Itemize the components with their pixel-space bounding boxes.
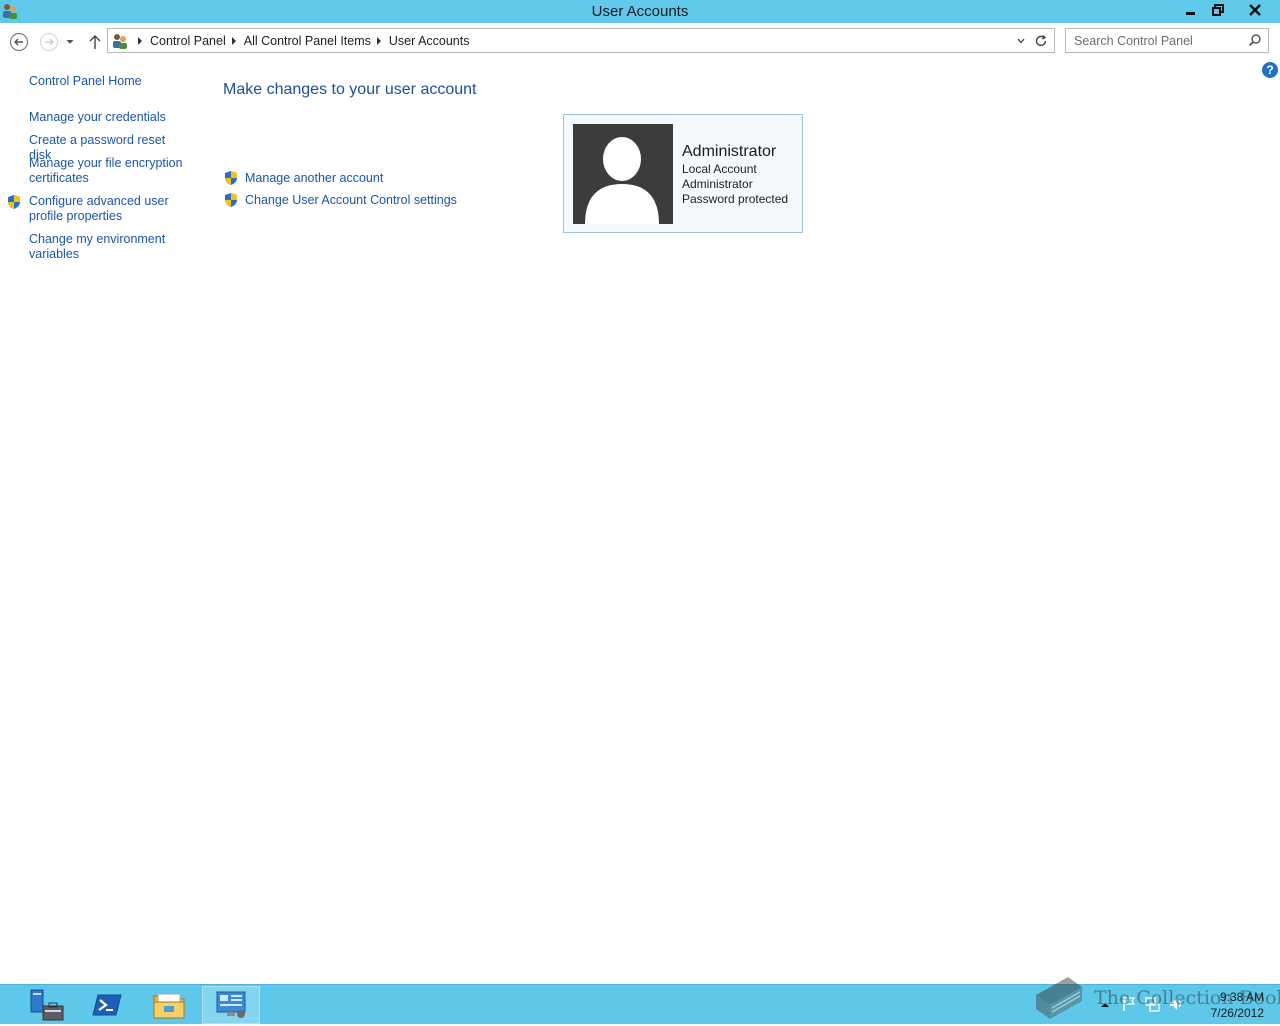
minimize-button[interactable]: [1178, 0, 1204, 20]
back-arrow-icon: [10, 33, 28, 51]
taskbar-clock[interactable]: 9:38 AM 7/26/2012: [1198, 989, 1264, 1021]
volume-icon[interactable]: [1168, 996, 1184, 1015]
manage-another-account-task[interactable]: Manage another account: [223, 169, 383, 187]
control-panel-icon: [216, 991, 246, 1018]
refresh-button[interactable]: [1032, 29, 1050, 52]
back-button[interactable]: [8, 31, 30, 53]
breadcrumb-separator-icon[interactable]: [376, 36, 381, 45]
action-center-icon[interactable]: [1122, 996, 1136, 1015]
breadcrumb-separator-icon[interactable]: [231, 36, 236, 45]
account-name: Administrator: [682, 143, 777, 160]
manage-another-account-link[interactable]: Manage another account: [245, 171, 383, 185]
file-encryption-certificates-link[interactable]: Manage your file encryption certificates: [29, 156, 189, 186]
powershell-button[interactable]: [78, 986, 136, 1024]
chevron-down-icon: [66, 39, 74, 44]
navigation-bar: Control Panel All Control Panel Items Us…: [0, 23, 1280, 59]
account-status: Password protected: [682, 192, 789, 206]
account-role: Administrator: [682, 177, 753, 191]
powershell-icon: [92, 994, 122, 1016]
up-arrow-icon: [89, 35, 101, 49]
control-panel-home-link[interactable]: Control Panel Home: [29, 74, 189, 89]
breadcrumb-control-panel[interactable]: Control Panel: [150, 34, 226, 48]
clock-time: 9:38 AM: [1219, 990, 1264, 1004]
uac-shield-icon: [223, 170, 239, 186]
address-history-dropdown[interactable]: [1014, 29, 1028, 52]
taskbar: 9:38 AM 7/26/2012: [0, 984, 1280, 1024]
account-type: Local Account: [682, 162, 757, 176]
close-icon: [1249, 4, 1261, 16]
advanced-user-profile-link[interactable]: Configure advanced user profile properti…: [29, 194, 189, 224]
manage-credentials-link[interactable]: Manage your credentials: [29, 110, 189, 125]
breadcrumb-all-control-panel-items[interactable]: All Control Panel Items: [244, 34, 371, 48]
uac-shield-icon: [6, 194, 22, 210]
help-button[interactable]: ?: [1262, 62, 1278, 78]
uac-shield-icon: [223, 192, 239, 208]
chevron-up-icon: [1101, 1003, 1109, 1007]
breadcrumb-user-accounts[interactable]: User Accounts: [389, 34, 470, 48]
notification-area: [1100, 985, 1184, 1025]
change-uac-settings-link[interactable]: Change User Account Control settings: [245, 193, 457, 207]
server-manager-icon: [30, 989, 64, 1021]
server-manager-button[interactable]: [18, 986, 76, 1024]
breadcrumb-separator-icon[interactable]: [138, 36, 142, 45]
address-bar[interactable]: Control Panel All Control Panel Items Us…: [107, 28, 1055, 53]
file-explorer-button[interactable]: [140, 986, 198, 1024]
control-panel-icon: [111, 32, 129, 50]
title-bar[interactable]: User Accounts: [0, 0, 1280, 23]
control-panel-button[interactable]: [202, 986, 260, 1024]
minimize-icon: [1186, 12, 1195, 15]
change-uac-settings-task[interactable]: Change User Account Control settings: [223, 191, 457, 209]
avatar: [573, 124, 673, 224]
user-accounts-window: User Accounts Control Panel All Control …: [0, 0, 1280, 984]
refresh-icon: [1035, 34, 1047, 46]
file-explorer-icon: [153, 993, 185, 1019]
chevron-down-icon: [1017, 38, 1025, 43]
restore-icon: [1212, 4, 1224, 16]
show-hidden-icons-button[interactable]: [1100, 998, 1110, 1012]
network-icon[interactable]: [1144, 996, 1160, 1015]
search-icon[interactable]: [1248, 33, 1262, 47]
forward-button[interactable]: [38, 31, 60, 53]
account-tile: Administrator Local Account Administrato…: [563, 114, 803, 233]
user-silhouette-icon: [585, 137, 659, 224]
breadcrumb: Control Panel All Control Panel Items Us…: [132, 29, 469, 52]
clock-date: 7/26/2012: [1210, 1006, 1264, 1020]
page-heading: Make changes to your user account: [223, 81, 477, 98]
up-button[interactable]: [84, 31, 106, 53]
search-input[interactable]: [1066, 29, 1246, 52]
environment-variables-link[interactable]: Change my environment variables: [29, 232, 189, 262]
restore-button[interactable]: [1205, 0, 1231, 20]
search-box[interactable]: [1065, 28, 1269, 53]
forward-arrow-icon: [40, 33, 58, 51]
close-button[interactable]: [1232, 0, 1278, 20]
window-title: User Accounts: [591, 3, 689, 20]
recent-locations-button[interactable]: [62, 31, 78, 53]
